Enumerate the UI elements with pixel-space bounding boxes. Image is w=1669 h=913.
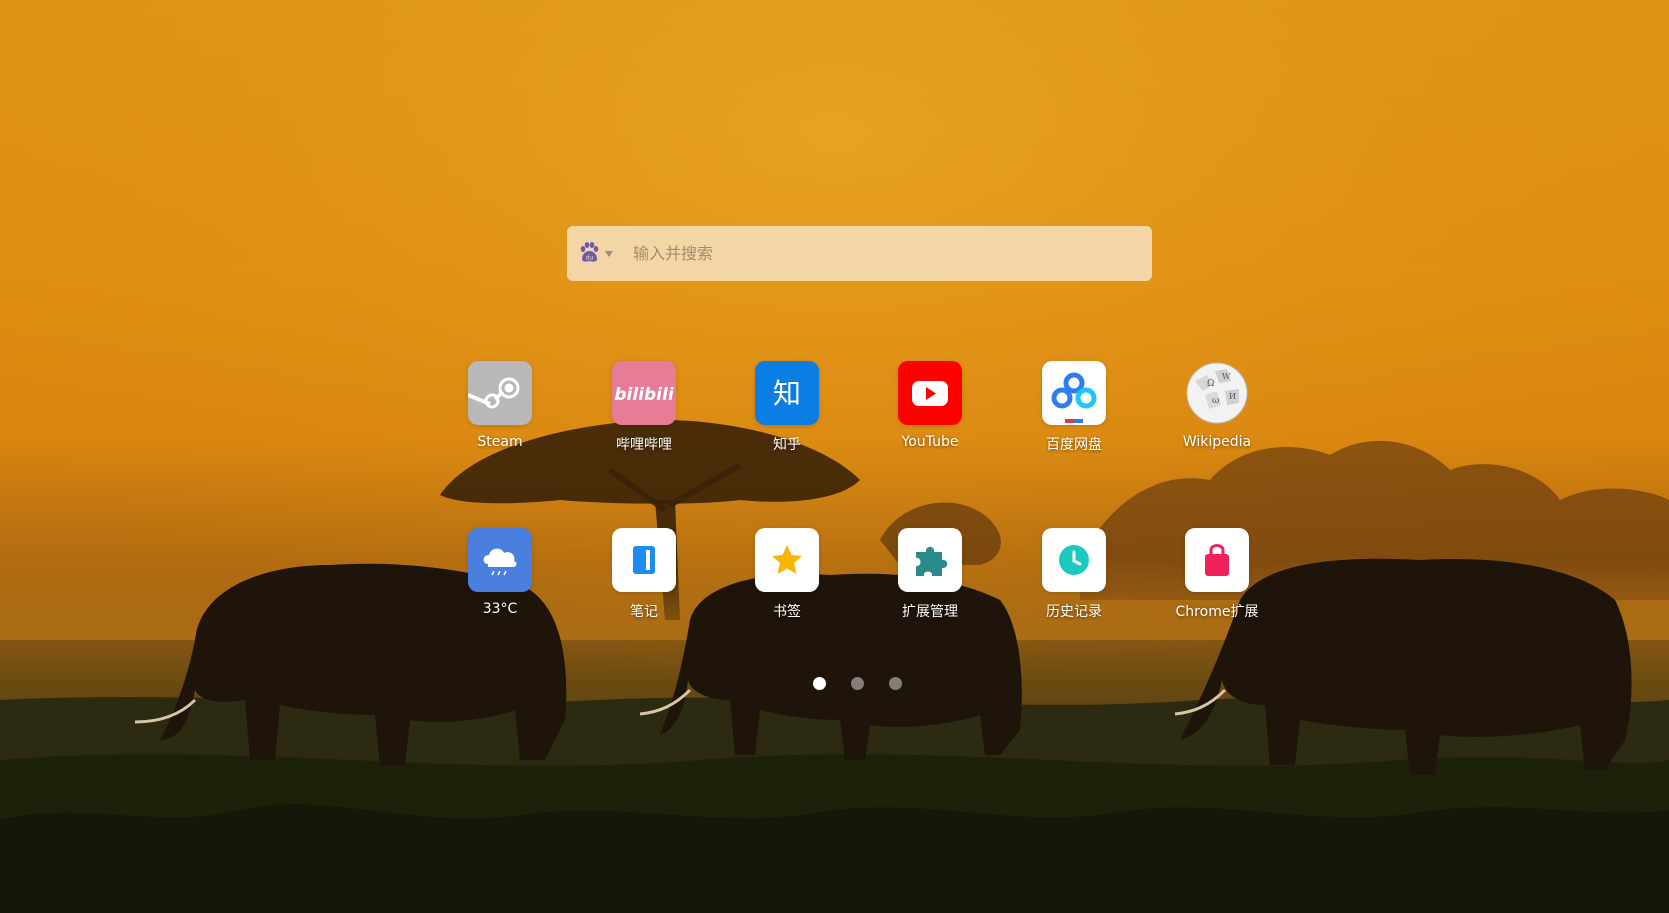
svg-text:bilibili: bilibili: [614, 385, 674, 405]
shortcut-label: 知乎: [773, 437, 801, 453]
svg-text:知: 知: [773, 377, 801, 410]
shortcut-label: YouTube: [901, 434, 959, 450]
steam-icon: [468, 361, 532, 425]
bilibili-icon: bilibili: [612, 361, 676, 425]
shortcut-bilibili[interactable]: bilibili 哔哩哔哩: [589, 361, 699, 461]
shortcut-label: 笔记: [630, 604, 658, 620]
shortcut-label: 33°C: [482, 601, 518, 617]
shortcut-label: 百度网盘: [1046, 437, 1102, 453]
notes-icon: [612, 528, 676, 592]
shortcut-baidu-netdisk[interactable]: 百度网盘: [1019, 361, 1129, 461]
shortcut-bookmarks[interactable]: 书签: [732, 528, 842, 628]
svg-text:du: du: [586, 254, 594, 261]
weather-cloud-icon: [468, 528, 532, 592]
shortcut-label: 书签: [773, 604, 801, 620]
chevron-down-icon: [605, 250, 613, 257]
baidu-netdisk-icon: [1042, 361, 1106, 425]
baidu-paw-icon: du: [577, 240, 601, 268]
page-dot-1[interactable]: [813, 677, 826, 690]
page-dot-2[interactable]: [851, 677, 864, 690]
shortcut-label: Chrome扩展: [1175, 604, 1259, 620]
wikipedia-globe-icon: Ω W ω И: [1185, 361, 1249, 425]
puzzle-extension-icon: [898, 528, 962, 592]
chrome-store-bag-icon: [1185, 528, 1249, 592]
page-dot-3[interactable]: [889, 677, 902, 690]
shortcut-steam[interactable]: Steam: [445, 361, 555, 461]
search-bar: du: [567, 226, 1152, 281]
search-input[interactable]: [631, 232, 1152, 275]
shortcut-label: 历史记录: [1046, 604, 1102, 620]
bookmark-star-icon: [755, 528, 819, 592]
shortcut-zhihu[interactable]: 知 知乎: [732, 361, 842, 461]
shortcut-label: Wikipedia: [1182, 434, 1252, 450]
shortcut-extensions[interactable]: 扩展管理: [875, 528, 985, 628]
shortcut-label: 扩展管理: [902, 604, 958, 620]
shortcut-wikipedia[interactable]: Ω W ω И Wikipedia: [1162, 361, 1272, 461]
shortcut-youtube[interactable]: YouTube: [875, 361, 985, 461]
shortcut-weather[interactable]: 33°C: [445, 528, 555, 628]
history-clock-icon: [1042, 528, 1106, 592]
svg-text:Ω: Ω: [1207, 379, 1214, 389]
shortcut-chrome-extensions[interactable]: Chrome扩展: [1162, 528, 1272, 628]
zhihu-icon: 知: [755, 361, 819, 425]
svg-text:W: W: [1222, 372, 1231, 381]
shortcut-label: Steam: [477, 434, 523, 450]
svg-text:ω: ω: [1212, 396, 1219, 406]
shortcut-label: 哔哩哔哩: [616, 437, 672, 453]
shortcut-history[interactable]: 历史记录: [1019, 528, 1129, 628]
svg-text:И: И: [1229, 392, 1236, 401]
shortcut-notes[interactable]: 笔记: [589, 528, 699, 628]
page-indicator: [813, 677, 902, 690]
search-engine-selector[interactable]: du: [577, 239, 627, 269]
youtube-icon: [898, 361, 962, 425]
